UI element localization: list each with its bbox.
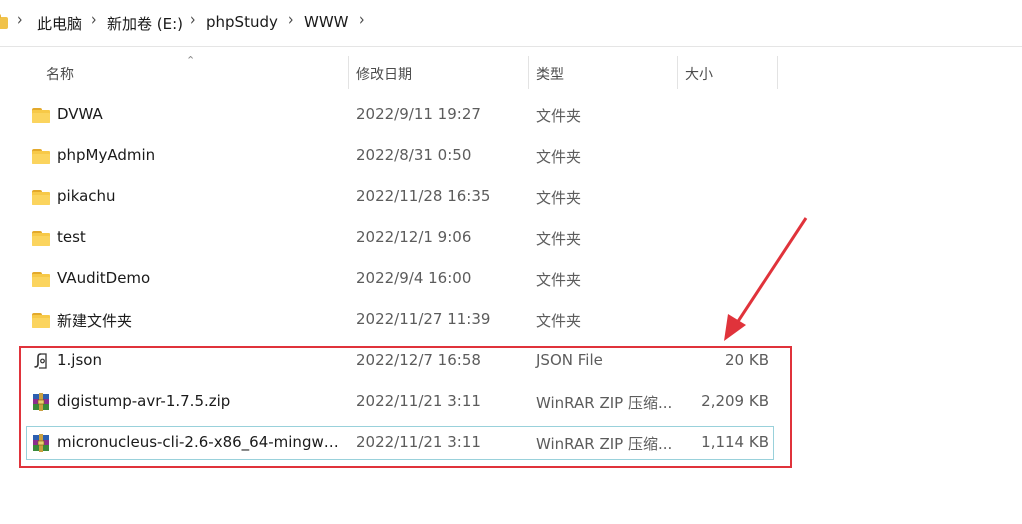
annotation-arrow <box>724 217 808 341</box>
